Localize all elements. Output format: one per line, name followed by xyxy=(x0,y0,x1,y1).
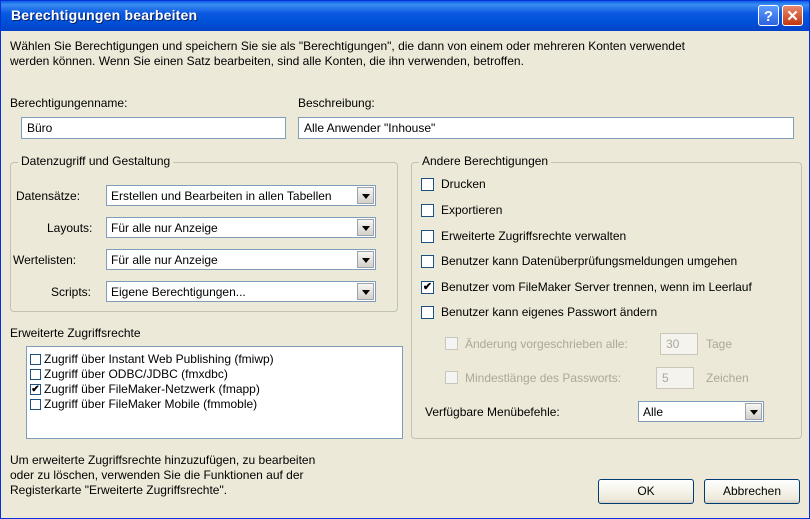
data-access-title: Datenzugriff und Gestaltung xyxy=(18,154,174,168)
intro-text-line2: werden können. Wenn Sie einen Satz bearb… xyxy=(10,54,524,68)
scripts-select-value: Eigene Berechtigungen... xyxy=(111,285,246,299)
change-password-label: Benutzer kann eigenes Passwort ändern xyxy=(441,305,658,319)
menu-commands-label: Verfügbare Menübefehle: xyxy=(425,405,560,419)
layouts-select-value: Für alle nur Anzeige xyxy=(111,221,218,235)
extended-item-label: Zugriff über ODBC/JDBC (fmxdbc) xyxy=(44,367,228,381)
description-label: Beschreibung: xyxy=(298,96,375,110)
password-change-unit: Tage xyxy=(706,337,733,351)
extended-item-label: Zugriff über FileMaker-Netzwerk (fmapp) xyxy=(44,382,260,396)
dialog-window: Berechtigungen bearbeiten ? ✕ Wählen Sie… xyxy=(0,0,810,519)
extended-privileges-label: Erweiterte Zugriffsrechte xyxy=(10,326,141,340)
value-lists-select[interactable]: Für alle nur Anzeige xyxy=(106,249,376,270)
export-label: Exportieren xyxy=(441,203,503,217)
intro-text-line1: Wählen Sie Berechtigungen und speichern … xyxy=(10,39,685,53)
extended-item-label: Zugriff über FileMaker Mobile (fmmoble) xyxy=(44,397,258,411)
scripts-select[interactable]: Eigene Berechtigungen... xyxy=(106,281,376,302)
extended-checkbox-fmapp[interactable]: ✔ xyxy=(30,384,41,395)
chevron-down-icon[interactable] xyxy=(745,403,762,420)
manage-extended-checkbox[interactable] xyxy=(421,230,434,243)
menu-commands-select[interactable]: Alle xyxy=(638,401,764,422)
extended-checkbox-fmiwp[interactable] xyxy=(30,354,41,365)
ok-button[interactable]: OK xyxy=(598,479,694,504)
disconnect-idle-label: Benutzer vom FileMaker Server trennen, w… xyxy=(441,280,752,294)
layouts-label: Layouts: xyxy=(47,221,93,235)
extended-checkbox-fmmoble[interactable] xyxy=(30,399,41,410)
title-bar[interactable]: Berechtigungen bearbeiten ? ✕ xyxy=(1,1,809,31)
help-text-line1: Um erweiterte Zugriffsrechte hinzuzufüge… xyxy=(10,453,316,467)
scripts-label: Scripts: xyxy=(51,285,92,299)
records-select[interactable]: Erstellen und Bearbeiten in allen Tabell… xyxy=(106,185,376,206)
help-text-line3: Registerkarte "Erweiterte Zugriffsrechte… xyxy=(10,483,228,497)
manage-extended-label: Erweiterte Zugriffsrechte verwalten xyxy=(441,229,627,243)
menu-commands-select-value: Alle xyxy=(643,405,664,419)
export-checkbox[interactable] xyxy=(421,204,434,217)
description-input[interactable]: Alle Anwender "Inhouse" xyxy=(298,117,794,139)
close-button[interactable]: ✕ xyxy=(782,5,803,26)
override-validation-checkbox[interactable] xyxy=(421,255,434,268)
records-label: Datensätze: xyxy=(16,189,81,203)
chevron-down-icon[interactable] xyxy=(357,283,374,300)
password-length-input[interactable]: 5 xyxy=(656,367,694,389)
chevron-down-icon[interactable] xyxy=(357,219,374,236)
extended-privileges-list[interactable]: Zugriff über Instant Web Publishing (fmi… xyxy=(26,346,403,439)
help-text-line2: oder zu löschen, verwenden Sie die Funkt… xyxy=(10,468,304,482)
print-label: Drucken xyxy=(441,177,486,191)
records-select-value: Erstellen und Bearbeiten in allen Tabell… xyxy=(111,189,332,203)
chevron-down-icon[interactable] xyxy=(357,251,374,268)
value-lists-select-value: Für alle nur Anzeige xyxy=(111,253,218,267)
password-change-label: Änderung vorgeschrieben alle: xyxy=(465,337,628,351)
extended-item-label: Zugriff über Instant Web Publishing (fmi… xyxy=(44,352,274,366)
password-length-label: Mindestlänge des Passworts: xyxy=(465,371,622,385)
extended-checkbox-fmxdbc[interactable] xyxy=(30,369,41,380)
disconnect-idle-checkbox[interactable]: ✔ xyxy=(421,281,434,294)
chevron-down-icon[interactable] xyxy=(357,187,374,204)
password-change-days-input[interactable]: 30 xyxy=(660,333,698,355)
password-change-checkbox[interactable] xyxy=(445,337,458,350)
window-title: Berechtigungen bearbeiten xyxy=(11,7,198,23)
password-length-checkbox[interactable] xyxy=(445,371,458,384)
value-lists-label: Wertelisten: xyxy=(13,253,77,267)
password-length-unit: Zeichen xyxy=(706,371,749,385)
layouts-select[interactable]: Für alle nur Anzeige xyxy=(106,217,376,238)
change-password-checkbox[interactable] xyxy=(421,306,434,319)
print-checkbox[interactable] xyxy=(421,178,434,191)
override-validation-label: Benutzer kann Datenüberprüfungsmeldungen… xyxy=(441,254,738,268)
cancel-button[interactable]: Abbrechen xyxy=(704,479,800,504)
help-button[interactable]: ? xyxy=(758,5,779,26)
name-input[interactable]: Büro xyxy=(21,117,286,139)
other-permissions-title: Andere Berechtigungen xyxy=(419,154,552,168)
name-label: Berechtigungenname: xyxy=(10,96,128,110)
